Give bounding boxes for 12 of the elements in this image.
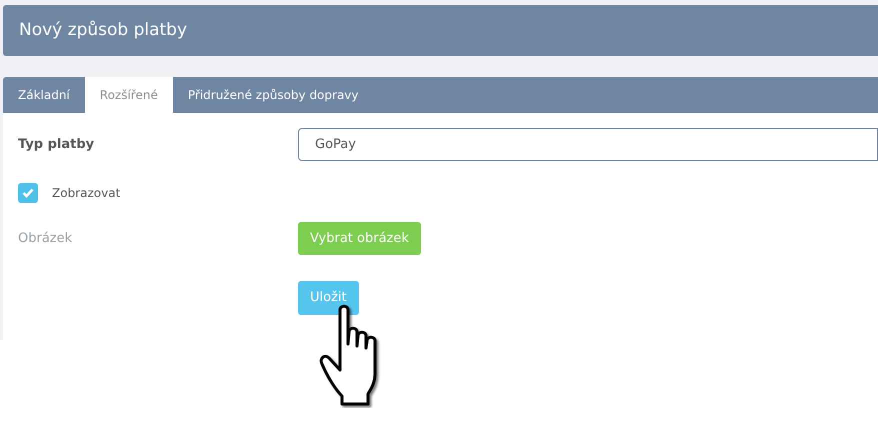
payment-type-field[interactable]: GoPay	[298, 128, 878, 161]
choose-image-button[interactable]: Vybrat obrázek	[298, 222, 421, 255]
tab[interactable]: Rozšířené	[84, 77, 173, 113]
checkmark-icon	[22, 188, 34, 198]
save-button[interactable]: Uložit	[298, 281, 359, 315]
tab[interactable]: Přidružené způsoby dopravy	[172, 77, 374, 113]
checkbox[interactable]	[18, 183, 38, 203]
checkbox-label: Zobrazovat	[52, 185, 120, 202]
tab[interactable]: Základní	[3, 77, 85, 113]
field-label: Obrázek	[17, 230, 74, 248]
field-label: Typ platby	[17, 136, 96, 154]
page-title: Nový způsob platby	[19, 18, 188, 42]
